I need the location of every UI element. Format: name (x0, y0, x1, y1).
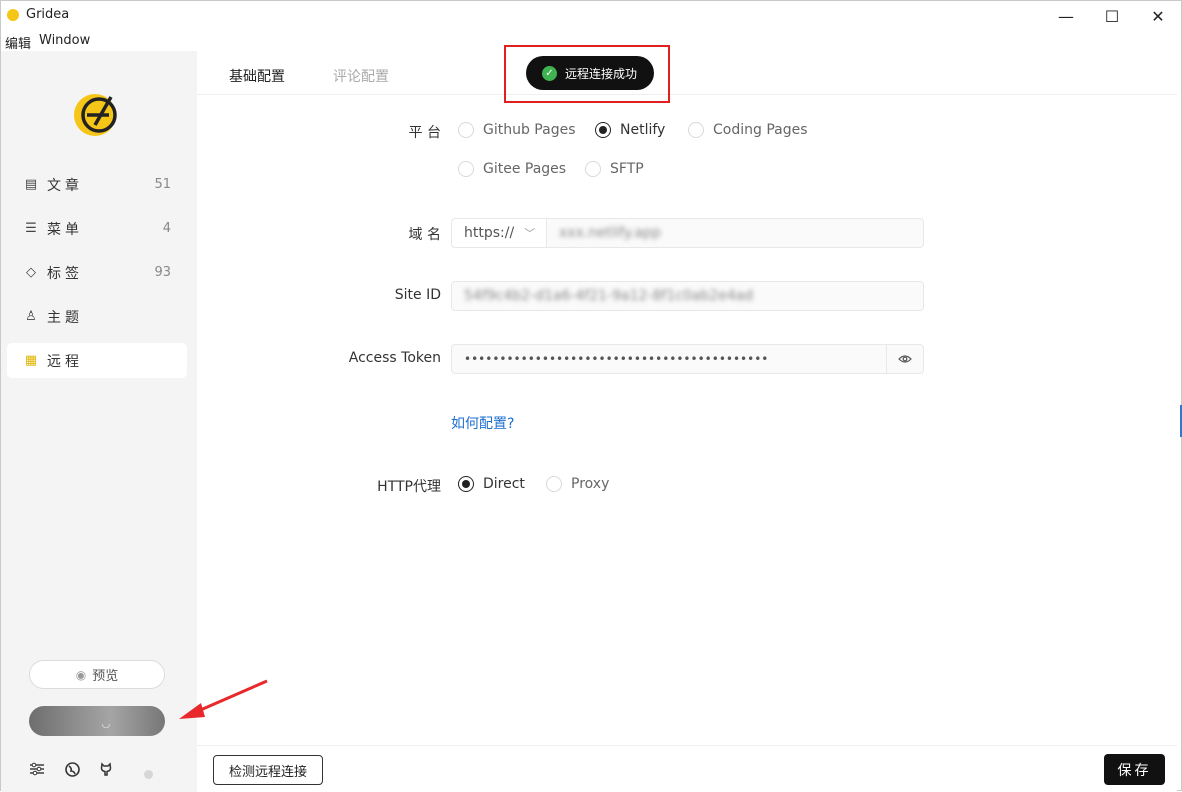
domain-input[interactable]: xxx.netlify.app (559, 225, 661, 241)
footer-bar: 检测远程连接 保存 (197, 745, 1177, 792)
menu-edit[interactable]: 编辑 (5, 33, 31, 52)
chevron-down-icon: ﹀ (524, 227, 536, 240)
radio-coding-pages[interactable]: Coding Pages (688, 122, 808, 138)
check-circle-icon: ✓ (542, 65, 557, 81)
github-icon[interactable] (96, 759, 116, 779)
sidebar-item-theme[interactable]: ♙ 主题 (7, 299, 187, 334)
radio-proxy[interactable]: Proxy (546, 476, 609, 492)
success-toast: ✓ 远程连接成功 (526, 56, 654, 90)
sidebar-item-label: 文章 (47, 177, 83, 194)
radio-netlify[interactable]: Netlify (595, 122, 665, 138)
loading-spinner-icon: ◡ (101, 718, 111, 730)
minimize-button[interactable]: — (1043, 1, 1089, 31)
radio-direct[interactable]: Direct (458, 476, 525, 492)
platform-label: 平 台 (408, 125, 441, 141)
main-panel: 基础配置 评论配置 ✓ 远程连接成功 平 台 Github Pages Netl… (197, 45, 1177, 792)
sidebar-item-articles[interactable]: ▤ 文章 51 (7, 167, 187, 202)
remote-icon: ▦ (24, 353, 38, 368)
preview-button[interactable]: ◉ 预览 (29, 660, 165, 689)
radio-label: Proxy (571, 476, 610, 492)
tab-basic-config[interactable]: 基础配置 (229, 66, 285, 86)
radio-circle (458, 161, 474, 177)
site-id-label: Site ID (394, 287, 441, 303)
sidebar-item-count: 51 (154, 177, 171, 192)
protocol-value: https:// (464, 225, 515, 241)
radio-circle (458, 476, 474, 492)
save-button[interactable]: 保存 (1104, 754, 1165, 785)
radio-circle (585, 161, 601, 177)
sync-button[interactable]: ◡ (29, 706, 165, 736)
sidebar-item-remote[interactable]: ▦ 远程 (7, 343, 187, 378)
article-icon: ▤ (24, 177, 38, 192)
sidebar-item-count: 4 (162, 221, 171, 236)
eye-icon (898, 355, 912, 363)
sidebar-item-label: 主题 (47, 309, 83, 326)
settings-sliders-icon[interactable] (27, 759, 47, 779)
radio-github-pages[interactable]: Github Pages (458, 122, 576, 138)
radio-label: Direct (483, 476, 525, 492)
radio-label: Github Pages (483, 122, 576, 138)
access-token-label: Access Token (348, 350, 441, 366)
site-id-input: 54f9c4b2-d1a6-4f21-9a12-8f1c0ab2e4ad (464, 288, 754, 304)
sidebar-footer (1, 757, 197, 781)
protocol-select[interactable]: https:// ﹀ (452, 219, 547, 247)
window-title: Gridea (26, 7, 70, 22)
check-remote-connection-button[interactable]: 检测远程连接 (213, 755, 323, 785)
sidebar-item-count: 93 (154, 265, 171, 280)
tab-comment-config[interactable]: 评论配置 (333, 66, 389, 86)
tab-bar: 基础配置 评论配置 ✓ 远程连接成功 (197, 45, 1177, 103)
radio-label: Gitee Pages (483, 161, 567, 177)
sidebar-item-menu[interactable]: ☰ 菜单 4 (7, 211, 187, 246)
tag-icon: ◇ (26, 265, 36, 280)
radio-circle (546, 476, 562, 492)
app-window: Gridea — ☐ ✕ 编辑 Window ▤ 文章 51 ☰ 菜单 4 ◇ … (0, 0, 1182, 792)
domain-label: 域 名 (408, 227, 441, 243)
app-logo-icon (7, 9, 19, 21)
status-dot (144, 770, 153, 779)
preview-label: 预览 (92, 669, 119, 684)
sidebar-item-label: 标签 (47, 265, 83, 282)
sidebar-item-tags[interactable]: ◇ 标签 93 (7, 255, 187, 290)
http-proxy-label: HTTP代理 (377, 479, 441, 495)
menu-window[interactable]: Window (39, 33, 90, 48)
sidebar: ▤ 文章 51 ☰ 菜单 4 ◇ 标签 93 ♙ 主题 ▦ 远程 ◉ 预览 ◡ (1, 51, 197, 792)
domain-field: https:// ﹀ xxx.netlify.app (451, 218, 924, 248)
close-button[interactable]: ✕ (1135, 1, 1181, 31)
radio-label: Netlify (620, 122, 666, 138)
sidebar-item-label: 远程 (47, 353, 83, 370)
access-token-field[interactable]: ••••••••••••••••••••••••••••••••••••••••… (451, 344, 924, 374)
radio-circle (688, 122, 704, 138)
radio-sftp[interactable]: SFTP (585, 161, 644, 177)
radio-label: Coding Pages (713, 122, 808, 138)
radio-label: SFTP (610, 161, 644, 177)
maximize-button[interactable]: ☐ (1089, 1, 1135, 31)
menu-icon: ☰ (25, 221, 37, 236)
sidebar-item-label: 菜单 (47, 221, 83, 238)
radio-circle (458, 122, 474, 138)
eye-icon: ◉ (75, 667, 87, 682)
site-id-field[interactable]: 54f9c4b2-d1a6-4f21-9a12-8f1c0ab2e4ad (451, 281, 924, 311)
radio-circle (595, 122, 611, 138)
gridea-logo (74, 94, 117, 136)
toast-message: 远程连接成功 (565, 66, 638, 81)
globe-icon[interactable] (62, 759, 82, 779)
shirt-icon: ♙ (25, 309, 37, 324)
access-token-input: ••••••••••••••••••••••••••••••••••••••••… (464, 352, 769, 366)
highlight-box: ✓ 远程连接成功 (504, 45, 670, 103)
toggle-visibility-button[interactable] (886, 345, 923, 373)
radio-gitee-pages[interactable]: Gitee Pages (458, 161, 566, 177)
title-bar: Gridea — ☐ ✕ (1, 1, 1181, 31)
how-to-configure-link[interactable]: 如何配置? (451, 413, 514, 433)
annotation-arrow (179, 679, 268, 719)
